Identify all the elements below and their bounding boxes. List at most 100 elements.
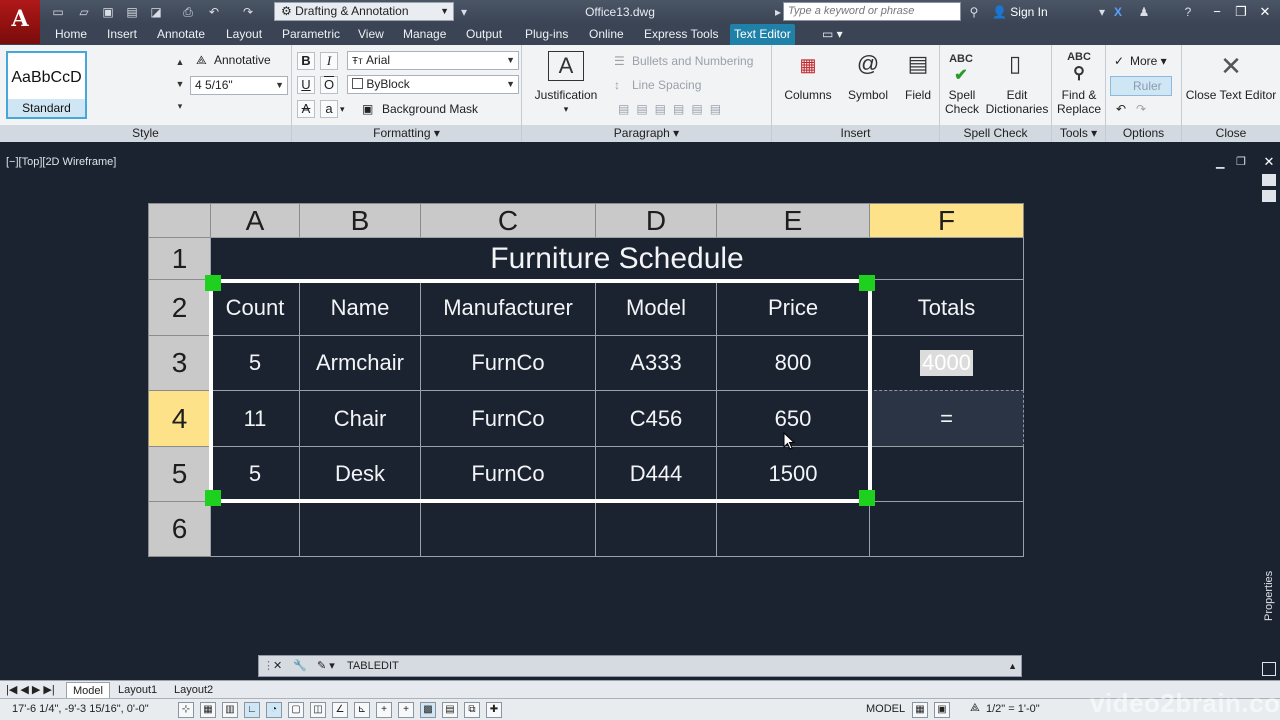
table-header-cell[interactable]: Price	[716, 279, 870, 336]
gallery-scroll[interactable]: ▲ ▼ ▾	[174, 51, 186, 119]
strikethrough-button[interactable]: A	[297, 100, 315, 118]
edit-dictionaries-button[interactable]: Edit Dictionaries	[984, 88, 1050, 116]
tab-layout[interactable]: Layout	[222, 24, 266, 45]
chevron-up-icon[interactable]: ▲	[1008, 656, 1017, 676]
table-header-cell[interactable]: Count	[210, 279, 300, 336]
field-button[interactable]: Field	[898, 88, 938, 102]
spell-check-button[interactable]: Spell Check	[942, 88, 982, 116]
save-icon[interactable]: ▣	[100, 4, 116, 20]
table-cell-total[interactable]: 4000	[869, 335, 1024, 391]
close-text-editor-button[interactable]: Close Text Editor	[1182, 88, 1280, 102]
table-cell[interactable]: 5	[210, 335, 300, 391]
tab-view[interactable]: View	[354, 24, 388, 45]
command-prompt-icon[interactable]: ✎ ▾	[317, 656, 335, 676]
restore-button[interactable]: ❐	[1230, 2, 1252, 22]
open-icon[interactable]: ▱	[76, 4, 92, 20]
layout-navigation[interactable]: |◀ ◀ ▶ ▶|	[0, 682, 61, 698]
table-header-cell[interactable]: Manufacturer	[420, 279, 596, 336]
grip-handle[interactable]	[205, 275, 221, 291]
symbol-button[interactable]: Symbol	[842, 88, 894, 102]
annotation-scale-select[interactable]: 1/2" = 1'-0"	[986, 703, 1040, 715]
table-cell[interactable]	[420, 501, 596, 557]
tab-insert[interactable]: Insert	[103, 24, 141, 45]
coordinate-readout[interactable]: 17'-6 1/4", -9'-3 15/16", 0'-0"	[12, 703, 149, 715]
osnap-icon[interactable]: ▢	[288, 702, 304, 718]
binoculars-icon[interactable]: ⚲	[966, 4, 982, 20]
ribbon-options-icon[interactable]: ▭ ▾	[818, 24, 847, 45]
row-header-3[interactable]: 3	[148, 335, 211, 391]
color-select[interactable]: ByBlock ▼	[347, 75, 519, 94]
tab-parametric[interactable]: Parametric	[278, 24, 344, 45]
dyn-icon[interactable]: +	[376, 702, 392, 718]
grip-handle[interactable]	[859, 275, 875, 291]
otrack-icon[interactable]: ∠	[332, 702, 348, 718]
viewport-minimize-button[interactable]: ▁	[1216, 156, 1224, 169]
minimize-button[interactable]: −	[1206, 2, 1228, 22]
quick-properties-icon[interactable]: ▤	[442, 702, 458, 718]
tab-output[interactable]: Output	[462, 24, 506, 45]
more-button[interactable]: More ▾	[1130, 53, 1167, 69]
bold-button[interactable]: B	[297, 52, 315, 70]
table-cell[interactable]: 5	[210, 446, 300, 502]
tab-annotate[interactable]: Annotate	[153, 24, 209, 45]
text-color-button[interactable]: a	[320, 100, 338, 118]
find-replace-button[interactable]: Find & Replace	[1054, 88, 1104, 116]
line-spacing-button[interactable]: Line Spacing	[632, 77, 701, 93]
table-cell[interactable]	[869, 446, 1024, 502]
table-header-cell[interactable]: Model	[595, 279, 717, 336]
sign-in-button[interactable]: 👤 Sign In	[992, 0, 1048, 24]
tab-plug-ins[interactable]: Plug-ins	[521, 24, 572, 45]
redo-icon[interactable]: ↷	[1136, 101, 1146, 117]
table-header-cell[interactable]: Name	[299, 279, 421, 336]
quick-view-layouts-icon[interactable]: ▦	[912, 702, 928, 718]
selection-cycling-icon[interactable]: ⧉	[464, 702, 480, 718]
search-input[interactable]: Type a keyword or phrase	[783, 2, 961, 21]
table-cell[interactable]: C456	[595, 390, 717, 447]
grip-handle[interactable]	[859, 490, 875, 506]
command-line[interactable]: ⋮ ✕ 🔧 ✎ ▾ TABLEDIT ▲	[258, 655, 1022, 677]
palette-icon[interactable]	[1262, 662, 1276, 676]
workspace-select[interactable]: ⚙ Drafting & Annotation ▼	[274, 2, 454, 21]
plot-preview-icon[interactable]: ◪	[148, 4, 164, 20]
tab-model[interactable]: Model	[66, 682, 110, 698]
palette-menu-icon[interactable]	[1262, 190, 1276, 202]
ruler-toggle[interactable]: Ruler	[1110, 76, 1172, 96]
undo-icon[interactable]: ↶	[1116, 101, 1126, 117]
column-header-d[interactable]: D	[595, 203, 717, 238]
chevron-down-icon[interactable]: ▾	[340, 101, 345, 117]
snap-icon[interactable]: ▦	[200, 702, 216, 718]
italic-button[interactable]: I	[320, 52, 338, 70]
text-height-select[interactable]: 4 5/16" ▼	[190, 76, 288, 95]
panel-label[interactable]: Paragraph ▾	[522, 125, 771, 142]
properties-palette-label[interactable]: Properties	[1263, 571, 1275, 621]
viewport-controls[interactable]: [−][Top][2D Wireframe]	[6, 156, 116, 168]
qat-menu-icon[interactable]: ▾	[456, 4, 472, 20]
editing-cell[interactable]: =	[869, 390, 1024, 447]
columns-button[interactable]: Columns	[778, 88, 838, 102]
underline-button[interactable]: U	[297, 76, 315, 94]
row-header-5[interactable]: 5	[148, 446, 211, 502]
ortho-icon[interactable]: ∟	[244, 702, 260, 718]
help-icon[interactable]: ?	[1180, 4, 1196, 20]
autocad-logo-icon[interactable]: A	[0, 0, 40, 44]
ducs-icon[interactable]: ⊾	[354, 702, 370, 718]
table-title-cell[interactable]: Furniture Schedule	[210, 237, 1024, 280]
table-cell[interactable]	[210, 501, 300, 557]
table-cell[interactable]	[869, 501, 1024, 557]
table-cell[interactable]: Chair	[299, 390, 421, 447]
font-select[interactable]: Ŧт Arial ▼	[347, 51, 519, 70]
table-cell[interactable]: A333	[595, 335, 717, 391]
command-text[interactable]: TABLEDIT	[347, 656, 399, 676]
auto-hide-icon[interactable]	[1262, 174, 1276, 186]
table-cell[interactable]: 1500	[716, 446, 870, 502]
close-icon[interactable]: ✕	[1260, 154, 1278, 172]
table-cell[interactable]: FurnCo	[420, 335, 596, 391]
panel-label[interactable]: Formatting ▾	[292, 125, 521, 142]
save-as-icon[interactable]: ▤	[124, 4, 140, 20]
alignment-buttons[interactable]: ▤▤▤▤▤▤	[618, 101, 728, 117]
row-header-1[interactable]: 1	[148, 237, 211, 280]
annotation-monitor-icon[interactable]: ✚	[486, 702, 502, 718]
justification-button[interactable]: Justification	[530, 88, 602, 102]
overline-button[interactable]: O	[320, 76, 338, 94]
table-cell[interactable]: FurnCo	[420, 446, 596, 502]
